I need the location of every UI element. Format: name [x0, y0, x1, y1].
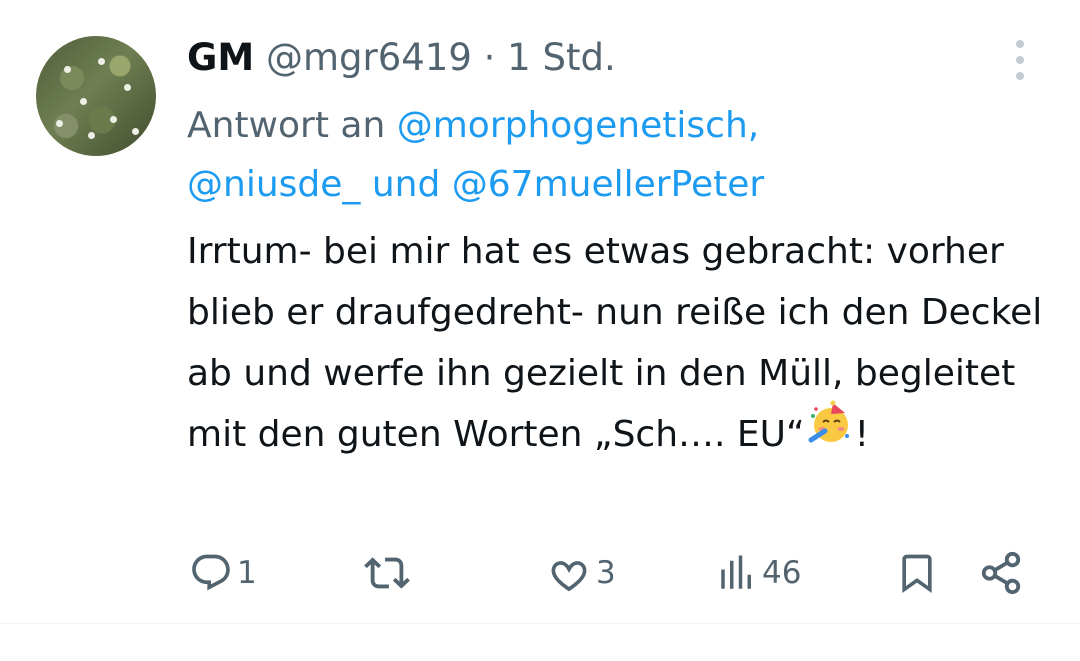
more-options-icon[interactable] [1008, 40, 1032, 80]
tweet-text: Irrtum- bei mir hat es etwas gebracht: v… [187, 221, 1057, 465]
repost-icon [364, 557, 410, 589]
reply-prefix: Antwort an [187, 105, 386, 146]
bookmark-icon [902, 554, 932, 594]
timestamp[interactable]: 1 Std. [507, 36, 616, 79]
reply-count: 1 [237, 555, 257, 591]
mention-link[interactable]: @67muellerPeter [452, 164, 764, 205]
mention-link[interactable]: @morphogenetisch, [397, 105, 759, 146]
share-button[interactable] [978, 545, 1024, 601]
tweet-text-main: Irrtum- bei mir hat es etwas gebracht: v… [187, 231, 1043, 455]
mention-link[interactable]: @niusde_ [187, 164, 360, 205]
like-button[interactable]: 3 [546, 545, 616, 601]
views-button[interactable]: 46 [716, 545, 801, 601]
author-handle[interactable]: @mgr6419 [266, 36, 472, 79]
views-icon [721, 555, 751, 589]
author-name[interactable]: GM [187, 36, 254, 79]
reply-button[interactable]: 1 [189, 545, 257, 601]
bookmark-button[interactable] [895, 545, 939, 601]
tweet[interactable]: GM @mgr6419 · 1 Std. Antwort an @morphog… [0, 0, 1080, 661]
repost-button[interactable] [362, 545, 416, 601]
reply-icon [192, 554, 230, 591]
divider [0, 623, 1080, 624]
like-count: 3 [596, 555, 616, 591]
heart-icon [551, 561, 587, 592]
reply-context: Antwort an @morphogenetisch, @niusde_ un… [187, 96, 1047, 214]
share-icon [981, 551, 1021, 595]
view-count: 46 [762, 555, 802, 591]
tweet-text-end: ! [854, 414, 870, 455]
header-separator: · [483, 36, 496, 79]
avatar[interactable] [36, 36, 156, 156]
reply-conjunction: und [371, 164, 441, 205]
tweet-header: GM @mgr6419 · 1 Std. [187, 32, 616, 84]
partying-face-emoji [807, 400, 853, 465]
action-bar: 1 3 46 [0, 545, 1080, 605]
